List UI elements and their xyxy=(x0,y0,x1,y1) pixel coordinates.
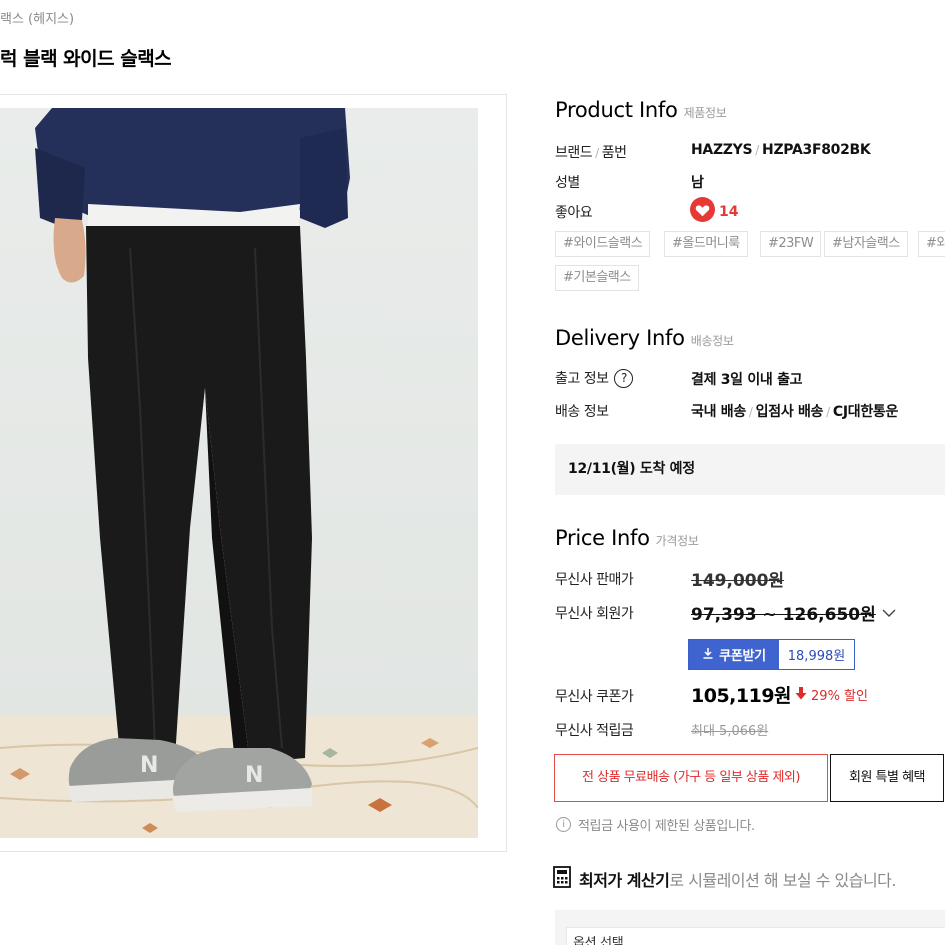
member-price-toggle[interactable]: 97,393 ~ 126,650원 xyxy=(691,600,896,625)
info-icon: i xyxy=(556,817,571,832)
brand-label-text: 브랜드 xyxy=(555,145,593,161)
tag-chip[interactable]: #와이드슬랙스 xyxy=(555,231,651,257)
coupon-price-label: 무신사 쿠폰가 xyxy=(555,689,634,705)
coupon-amount: 18,998원 xyxy=(779,640,854,669)
delivery-info-title: Delivery Info xyxy=(555,326,685,350)
gender-value: 남 xyxy=(691,175,704,191)
brand-label: 브랜드 / 품번 xyxy=(555,145,627,161)
coupon-price: 105,119원 xyxy=(691,685,792,707)
calculator-label: 최저가 계산기 xyxy=(579,871,670,890)
price-info-subtitle: 가격정보 xyxy=(655,534,699,548)
coupon-button-label: 쿠폰받기 xyxy=(719,649,766,664)
member-price-label: 무신사 회원가 xyxy=(555,606,634,622)
product-info-subtitle: 제품정보 xyxy=(683,106,727,120)
like-button[interactable]: 14 xyxy=(690,197,738,226)
tag-chip[interactable]: #남자슬랙스 xyxy=(824,231,908,257)
product-info-title: Product Info xyxy=(555,98,678,122)
delivery-info-heading: Delivery Info 배송정보 xyxy=(555,326,734,350)
arrow-down-icon xyxy=(795,685,807,704)
coupon-price-row: 105,119원 29% 할인 xyxy=(691,681,868,708)
points-value: 최대 5,066원 xyxy=(691,724,769,739)
sale-price-label: 무신사 판매가 xyxy=(555,572,634,588)
calculator-desc: 로 시뮬레이션 해 보실 수 있습니다. xyxy=(669,871,896,890)
shipping-label: 배송 정보 xyxy=(555,404,609,420)
points-label: 무신사 적립금 xyxy=(555,723,634,739)
sale-price: 149,000원 xyxy=(691,571,785,591)
chevron-down-icon xyxy=(882,603,896,622)
tag-chip[interactable]: #기본슬랙스 xyxy=(555,265,639,291)
shipping-value: 국내 배송 / 입점사 배송 / CJ대한통운 xyxy=(691,404,899,420)
help-icon[interactable]: ? xyxy=(614,368,634,388)
delivery-info-subtitle: 배송정보 xyxy=(690,334,734,348)
download-icon xyxy=(702,647,714,663)
coupon-download-button[interactable]: 쿠폰받기 18,998원 xyxy=(688,639,855,670)
price-calculator-link[interactable]: 최저가 계산기로 시뮬레이션 해 보실 수 있습니다. xyxy=(553,866,896,892)
brand-value: HAZZYS / HZPA3F802BK xyxy=(691,142,871,158)
product-info-heading: Product Info 제품정보 xyxy=(555,98,727,122)
likes-count: 14 xyxy=(719,203,739,220)
tag-chip[interactable]: #올드머니룩 xyxy=(664,231,748,257)
sku-label-text: 품번 xyxy=(601,145,627,161)
option-select-label: 옵션 선택 xyxy=(573,936,624,945)
calculator-icon xyxy=(553,866,571,892)
product-image[interactable]: N N xyxy=(0,108,478,838)
shipping-vendor: 입점사 배송 xyxy=(755,404,824,420)
price-info-heading: Price Info 가격정보 xyxy=(555,526,699,550)
release-value: 결제 3일 이내 출고 xyxy=(691,372,803,388)
likes-label: 좋아요 xyxy=(555,205,593,221)
page-title: 럭 블랙 와이드 슬랙스 xyxy=(0,48,172,70)
discount-rate: 29% 할인 xyxy=(811,689,868,704)
shipping-carrier: CJ대한통운 xyxy=(832,404,899,420)
release-label-text: 출고 정보 xyxy=(555,371,609,387)
tag-chip[interactable]: #와 xyxy=(918,231,945,257)
member-price: 97,393 ~ 126,650원 xyxy=(691,605,876,625)
gender-label: 성별 xyxy=(555,175,580,191)
free-shipping-button[interactable]: 전 상품 무료배송 (가구 등 일부 상품 제외) xyxy=(554,754,828,802)
breadcrumb[interactable]: 랙스 (헤지스) xyxy=(0,8,74,27)
release-label: 출고 정보 ? xyxy=(555,368,634,388)
svg-text:N: N xyxy=(245,763,263,788)
brand-link[interactable]: HAZZYS xyxy=(691,142,753,158)
sku-value: HZPA3F802BK xyxy=(762,142,871,158)
points-notice-text: 적립금 사용이 제한된 상품입니다. xyxy=(578,819,755,834)
option-panel: 옵션 선택 xyxy=(555,910,945,945)
svg-text:N: N xyxy=(140,753,158,778)
tag-chip[interactable]: #23FW xyxy=(760,231,822,257)
option-select[interactable]: 옵션 선택 xyxy=(566,927,945,945)
product-photo: N N xyxy=(0,108,478,838)
coupon-button-primary[interactable]: 쿠폰받기 xyxy=(689,640,779,669)
points-notice: i 적립금 사용이 제한된 상품입니다. xyxy=(556,815,755,834)
arrival-estimate: 12/11(월) 도착 예정 xyxy=(555,444,945,495)
heart-icon xyxy=(690,197,715,226)
shipping-type: 국내 배송 xyxy=(691,404,746,420)
price-info-title: Price Info xyxy=(555,526,650,550)
member-benefit-button[interactable]: 회원 특별 혜택 xyxy=(830,754,944,802)
